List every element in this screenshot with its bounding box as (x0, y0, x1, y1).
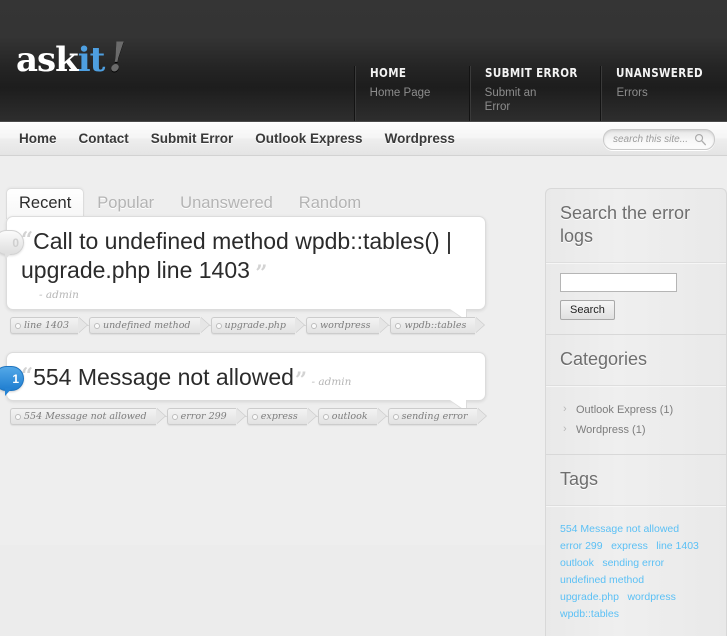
top-nav-title: UNANSWERED (616, 65, 704, 80)
post-tag[interactable]: express (246, 408, 307, 425)
tag-cloud-link[interactable]: error 299 (560, 540, 603, 552)
category-list: Outlook Express (1) Wordpress (1) (560, 396, 712, 440)
widget-body-search: Search (546, 262, 726, 334)
post-list: 0 “Call to undefined method wpdb::tables… (0, 216, 530, 443)
widget-title-tags: Tags (560, 469, 599, 489)
post-item: 0 “Call to undefined method wpdb::tables… (0, 216, 486, 334)
widget-search: Search the error logs Search (545, 188, 727, 334)
top-nav-item-submit-error[interactable]: SUBMIT ERROR Submit an Error (469, 65, 602, 122)
post-tag[interactable]: wordpress (306, 317, 380, 334)
tag-cloud-link[interactable]: wpdb::tables (560, 608, 619, 620)
nav-item-home[interactable]: Home (8, 122, 68, 155)
widget-body-tags: 554 Message not allowed error 299 expres… (546, 505, 726, 636)
nav-item-wordpress[interactable]: Wordpress (374, 122, 466, 155)
post-bubble[interactable]: “554 Message not allowed” - admin (6, 352, 486, 413)
post-byline: - admin (39, 289, 79, 301)
main-navigation-list: Home Contact Submit Error Outlook Expres… (8, 122, 466, 155)
post-title[interactable]: 554 Message not allowed (33, 364, 294, 390)
main-navigation-bar: Home Contact Submit Error Outlook Expres… (0, 122, 727, 156)
nav-item-outlook-express[interactable]: Outlook Express (244, 122, 373, 155)
tab-random[interactable]: Random (286, 188, 374, 219)
post-tag[interactable]: error 299 (166, 408, 236, 425)
widget-body-categories: Outlook Express (1) Wordpress (1) (546, 385, 726, 454)
comment-count-badge[interactable]: 0 (0, 230, 24, 260)
top-nav-desc: Errors (616, 87, 648, 99)
tag-cloud-link[interactable]: wordpress (627, 591, 675, 603)
post-tag[interactable]: 554 Message not allowed (10, 408, 156, 425)
tab-recent[interactable]: Recent (6, 188, 85, 219)
comment-count-badge[interactable]: 1 (0, 366, 24, 396)
post-tag[interactable]: sending error (387, 408, 477, 425)
sidebar: Search the error logs Search Categories … (545, 188, 727, 636)
site-search-box[interactable] (603, 129, 715, 150)
sidebar-search-input[interactable] (560, 273, 677, 292)
logo-text-ask: ask (16, 40, 79, 80)
tag-cloud-link[interactable]: 554 Message not allowed (560, 523, 679, 535)
post-tag[interactable]: line 1403 (10, 317, 79, 334)
post-tag-row: 554 Message not allowed error 299 expres… (10, 408, 486, 425)
post-tag-row: line 1403 undefined method upgrade.php w… (10, 317, 486, 334)
widget-title-categories: Categories (560, 349, 648, 369)
tag-cloud-link[interactable]: sending error (602, 557, 664, 569)
top-nav-item-unanswered[interactable]: UNANSWERED Errors (601, 66, 727, 122)
site-header: askit! HOME Home Page SUBMIT ERROR Submi… (0, 0, 727, 122)
logo-text-it: it (77, 40, 106, 80)
top-nav-desc: Submit an Error (484, 87, 537, 113)
tag-cloud-link[interactable]: upgrade.php (560, 591, 619, 603)
nav-item-contact[interactable]: Contact (68, 122, 140, 155)
site-search-input[interactable] (613, 130, 693, 149)
tag-cloud: 554 Message not allowed error 299 expres… (560, 516, 712, 622)
top-navigation: HOME Home Page SUBMIT ERROR Submit an Er… (354, 65, 727, 122)
quote-close-icon: ” (294, 367, 308, 392)
tab-popular[interactable]: Popular (84, 188, 167, 219)
post-tag[interactable]: upgrade.php (210, 317, 296, 334)
category-item-wordpress[interactable]: Wordpress (1) (560, 420, 712, 440)
tab-unanswered[interactable]: Unanswered (167, 188, 286, 219)
widget-categories: Categories Outlook Express (1) Wordpress… (545, 334, 727, 454)
search-icon[interactable] (694, 133, 707, 146)
widget-title-search: Search the error logs (560, 203, 691, 246)
sidebar-search-button[interactable]: Search (560, 300, 615, 320)
tag-cloud-link[interactable]: undefined method (560, 574, 644, 586)
post-item: 1 “554 Message not allowed” - admin 554 … (0, 352, 486, 425)
post-tag[interactable]: outlook (317, 408, 377, 425)
post-tag[interactable]: wpdb::tables (390, 317, 476, 334)
tag-cloud-link[interactable]: express (611, 540, 648, 552)
content-tabs: Recent Popular Unanswered Random (6, 188, 374, 219)
post-title[interactable]: Call to undefined method wpdb::tables() … (21, 228, 452, 283)
top-nav-title: SUBMIT ERROR (484, 65, 578, 80)
top-nav-item-home[interactable]: HOME Home Page (354, 65, 470, 122)
logo-exclamation-icon: ! (108, 34, 126, 81)
quote-close-icon: ” (255, 260, 268, 285)
tag-cloud-link[interactable]: outlook (560, 557, 594, 569)
top-nav-desc: Home Page (369, 87, 431, 99)
post-byline: - admin (311, 376, 352, 388)
tag-cloud-link[interactable]: line 1403 (656, 540, 699, 552)
widget-tags: Tags 554 Message not allowed error 299 e… (545, 454, 727, 636)
post-bubble[interactable]: “Call to undefined method wpdb::tables()… (6, 216, 486, 322)
nav-item-submit-error[interactable]: Submit Error (140, 122, 245, 155)
site-logo[interactable]: askit! (16, 38, 126, 80)
top-nav-title: HOME (369, 65, 406, 80)
post-tag[interactable]: undefined method (89, 317, 200, 334)
category-item-outlook-express[interactable]: Outlook Express (1) (560, 400, 712, 420)
